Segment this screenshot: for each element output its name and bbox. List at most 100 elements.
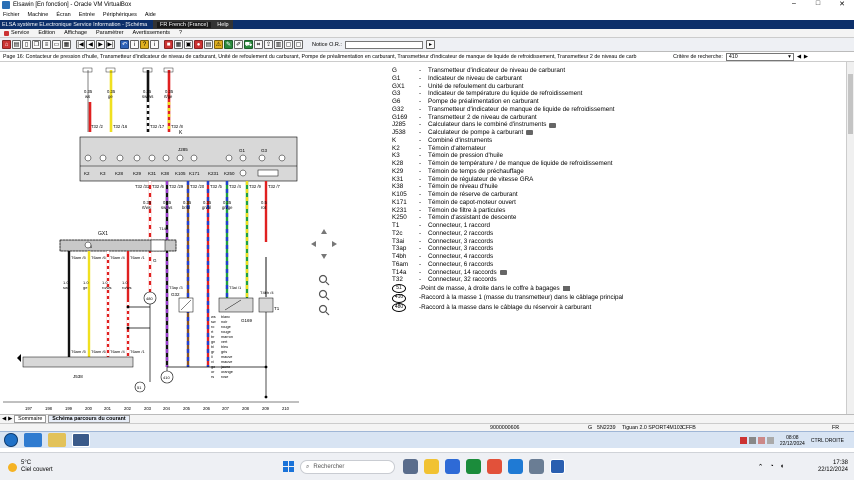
legend-row[interactable]: G - Transmetteur d'indicateur de niveau de…	[392, 67, 812, 75]
legend-row[interactable]: K29- Témoin de temps de préchauffage	[392, 168, 812, 176]
camera-icon[interactable]	[549, 122, 557, 128]
virtualbox-task-icon[interactable]	[550, 459, 565, 474]
menu-peripheriques[interactable]: Périphériques	[103, 12, 137, 18]
pan-down-icon[interactable]	[321, 254, 327, 259]
weather-widget[interactable]: 5°C Ciel couvert	[8, 460, 53, 474]
diagram-icon[interactable]: ⌗	[254, 40, 263, 49]
car-icon[interactable]: ⛟	[244, 40, 253, 49]
menu-edition[interactable]: Edition	[38, 30, 55, 36]
legend-row[interactable]: K28- Témoin de température / de manque de…	[392, 160, 812, 168]
brave-icon[interactable]	[487, 459, 502, 474]
edit-icon[interactable]: ✐	[234, 40, 243, 49]
legend-row[interactable]: G1- Indicateur de niveau de carburant	[392, 75, 812, 83]
back-icon[interactable]: ↶	[120, 40, 129, 49]
volume-icon[interactable]: ◖	[780, 463, 784, 471]
first-page-icon[interactable]: |◀	[76, 40, 85, 49]
legend-row[interactable]: K250- Témoin d'assistant de descente	[392, 214, 812, 222]
menu-help[interactable]: ?	[179, 30, 182, 36]
legend-row[interactable]: G3- Indicateur de température du liquide …	[392, 90, 812, 98]
ie-icon[interactable]	[24, 433, 42, 447]
tools-icon[interactable]: ✎	[224, 40, 233, 49]
legend-symbol-row[interactable]: 51- Point de masse, à droite dans le coff…	[392, 284, 812, 294]
legend-row[interactable]: T3ai - Connecteur, 3 raccords	[392, 238, 812, 246]
tray-app-icon[interactable]	[739, 437, 747, 444]
tab-nav-left-icon[interactable]: ◀	[2, 416, 6, 422]
menu-fichier[interactable]: Fichier	[3, 12, 20, 18]
camera-icon[interactable]	[562, 286, 570, 292]
folder-icon[interactable]: ▭	[52, 40, 61, 49]
tray-network-icon[interactable]	[748, 437, 756, 444]
tab-nav-right-icon[interactable]: ▶	[8, 416, 12, 422]
home-icon[interactable]: ⌂	[2, 40, 11, 49]
document-icon[interactable]: ▯	[22, 40, 31, 49]
windows-start-icon[interactable]	[283, 461, 294, 472]
task-view-icon[interactable]	[403, 459, 418, 474]
legend-row[interactable]: K38- Témoin de niveau d'huile	[392, 183, 812, 191]
warning-icon[interactable]: ⚠	[214, 40, 223, 49]
guest-clock[interactable]: 08:08 22/12/2024	[780, 435, 805, 447]
notice-input[interactable]	[344, 40, 423, 49]
legend-row[interactable]: G6- Pompe de préalimentation en carburant	[392, 98, 812, 106]
menu-avertissements[interactable]: Avertissements	[133, 30, 171, 36]
explorer-icon[interactable]	[48, 433, 66, 447]
form-icon[interactable]: ▤	[204, 40, 213, 49]
host-clock[interactable]: 17:38 22/12/2024	[818, 460, 848, 474]
start-orb-icon[interactable]	[4, 433, 18, 447]
legend-row[interactable]: T6am - Connecteur, 6 raccords	[392, 261, 812, 269]
image-icon[interactable]: ▣	[184, 40, 193, 49]
tab-schema[interactable]: Schéma parcours du courant	[48, 415, 130, 423]
export-icon[interactable]: ⇪	[264, 40, 273, 49]
zoom-fit-icon[interactable]	[318, 289, 328, 299]
stop-icon[interactable]: ■	[164, 40, 173, 49]
legend-row[interactable]: J285- Calculateur dans le combiné d'instr…	[392, 121, 812, 129]
legend-row[interactable]: K31- Témoin de régulateur de vitesse GRA	[392, 176, 812, 184]
wiring-diagram[interactable]: 0.35 ws 0.35 ge 0.35 sw/ws 0.35 rt/ge T3…	[3, 62, 303, 414]
tray-flag-icon[interactable]	[766, 437, 774, 444]
zoom-out-icon[interactable]	[318, 304, 328, 314]
minimize-button[interactable]: –	[782, 0, 806, 8]
legend-row[interactable]: K231- Témoin de filtre à particules	[392, 207, 812, 215]
vertical-scrollbar[interactable]	[846, 62, 854, 414]
legend-row[interactable]: K2- Témoin d'alternateur	[392, 145, 812, 153]
legend-row[interactable]: T1- Connecteur, 1 raccord	[392, 222, 812, 230]
zoom-in-icon[interactable]	[318, 274, 328, 284]
search-criteria-select[interactable]: 410 ▾	[725, 53, 794, 61]
copy-icon[interactable]: ❐	[32, 40, 41, 49]
legend-row[interactable]: T2c - Connecteur, 2 raccords	[392, 230, 812, 238]
table-icon[interactable]: ▦	[174, 40, 183, 49]
legend-row[interactable]: G32- Transmetteur d'indicateur de manque …	[392, 106, 812, 114]
maximize-button[interactable]: □	[806, 0, 830, 8]
legend-row[interactable]: T14a - Connecteur, 14 raccords	[392, 269, 812, 277]
window-2-icon[interactable]: ▢	[294, 40, 303, 49]
tray-volume-icon[interactable]	[757, 437, 765, 444]
legend-symbol-row[interactable]: 480- Raccord à la masse dans le câblage d…	[392, 303, 812, 313]
cube-icon[interactable]	[529, 459, 544, 474]
list-icon[interactable]: ≡	[42, 40, 51, 49]
previous-page-icon[interactable]: ◀	[86, 40, 95, 49]
scroll-left-icon[interactable]: ◀	[797, 54, 801, 60]
language-selector[interactable]: FR French (France)	[157, 21, 212, 28]
legend-row[interactable]: GX1- Unité de refoulement du carburant	[392, 83, 812, 91]
shield-icon[interactable]	[508, 459, 523, 474]
layout-icon[interactable]: ▥	[274, 40, 283, 49]
last-page-icon[interactable]: ▶|	[106, 40, 115, 49]
legend-row[interactable]: T4bh - Connecteur, 4 raccords	[392, 253, 812, 261]
menu-entree[interactable]: Entrée	[79, 12, 95, 18]
wifi-icon[interactable]: ◔	[770, 463, 774, 471]
pan-up-icon[interactable]	[321, 229, 327, 234]
scroll-right-icon[interactable]: ▶	[804, 54, 808, 60]
legend-row[interactable]: T3ap - Connecteur, 3 raccords	[392, 245, 812, 253]
menu-affichage[interactable]: Affichage	[64, 30, 87, 36]
elsa-task-icon[interactable]	[72, 433, 90, 447]
menu-aide[interactable]: Aide	[145, 12, 156, 18]
legend-row[interactable]: J538- Calculateur de pompe à carburant	[392, 129, 812, 137]
scrollbar-thumb[interactable]	[848, 74, 853, 134]
chevron-up-icon[interactable]: ⌃	[758, 463, 764, 471]
info-2-icon[interactable]: i	[150, 40, 159, 49]
legend-row[interactable]: T32- Connecteur, 32 raccords	[392, 276, 812, 284]
question-icon[interactable]: ?	[140, 40, 149, 49]
language-bar[interactable]: FR French (France) Help	[153, 20, 233, 29]
legend-row[interactable]: G169- Transmetteur 2 de niveau de carbura…	[392, 114, 812, 122]
search-input[interactable]: ⌕ Rechercher	[300, 460, 395, 474]
legend-row[interactable]: K171- Témoin de capot-moteur ouvert	[392, 199, 812, 207]
